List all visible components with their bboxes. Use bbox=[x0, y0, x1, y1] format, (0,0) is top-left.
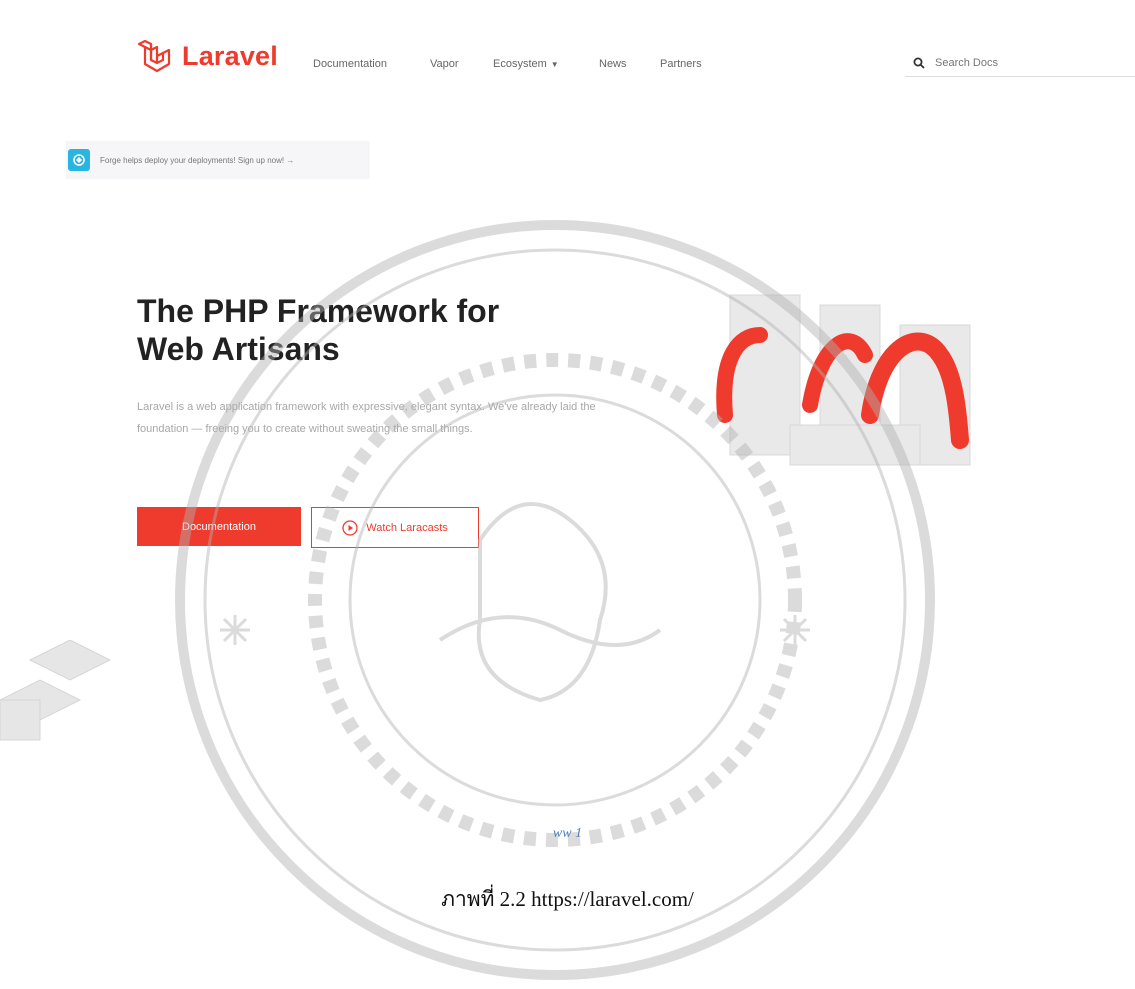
search-icon bbox=[913, 57, 925, 69]
chevron-down-icon: ▼ bbox=[550, 60, 559, 69]
hero-description: Laravel is a web application framework w… bbox=[137, 401, 596, 435]
figure-subcaption: ww 1 bbox=[552, 826, 583, 841]
hero-title: The PHP Framework for Web Artisans bbox=[137, 292, 617, 368]
hero-block-illustration bbox=[0, 640, 112, 741]
documentation-button[interactable]: Documentation bbox=[137, 507, 301, 546]
hero-title-line1: The PHP Framework for bbox=[137, 293, 500, 329]
search-input[interactable] bbox=[933, 56, 1117, 70]
banner-text: Forge helps deploy your deployments! Sig… bbox=[100, 155, 295, 165]
hero-arch-illustration bbox=[716, 294, 971, 466]
nav-link-news[interactable]: News bbox=[599, 58, 627, 70]
forge-icon bbox=[68, 149, 90, 171]
nav-link-vapor[interactable]: Vapor bbox=[430, 58, 459, 70]
promo-banner[interactable]: Forge helps deploy your deployments! Sig… bbox=[66, 141, 370, 179]
nav-link-partners[interactable]: Partners bbox=[660, 58, 702, 70]
hero-title-line2: Web Artisans bbox=[137, 331, 340, 367]
play-icon bbox=[342, 519, 358, 536]
screenshot-region: Laravel Documentation Vapor Ecosystem ▼ N… bbox=[0, 0, 1135, 770]
search-box[interactable] bbox=[905, 50, 1135, 77]
nav-link-ecosystem-label: Ecosystem bbox=[493, 58, 547, 70]
nav-link-documentation[interactable]: Documentation bbox=[313, 58, 387, 70]
brand-name: Laravel bbox=[182, 40, 278, 71]
figure-caption: ภาพที่ 2.2 https://laravel.com/ bbox=[441, 887, 694, 911]
watch-laracasts-label: Watch Laracasts bbox=[366, 521, 448, 534]
laravel-logo[interactable]: Laravel bbox=[136, 38, 278, 74]
laravel-logo-icon bbox=[137, 39, 171, 73]
nav-link-ecosystem[interactable]: Ecosystem ▼ bbox=[493, 58, 559, 70]
watch-laracasts-button[interactable]: Watch Laracasts bbox=[311, 507, 479, 548]
